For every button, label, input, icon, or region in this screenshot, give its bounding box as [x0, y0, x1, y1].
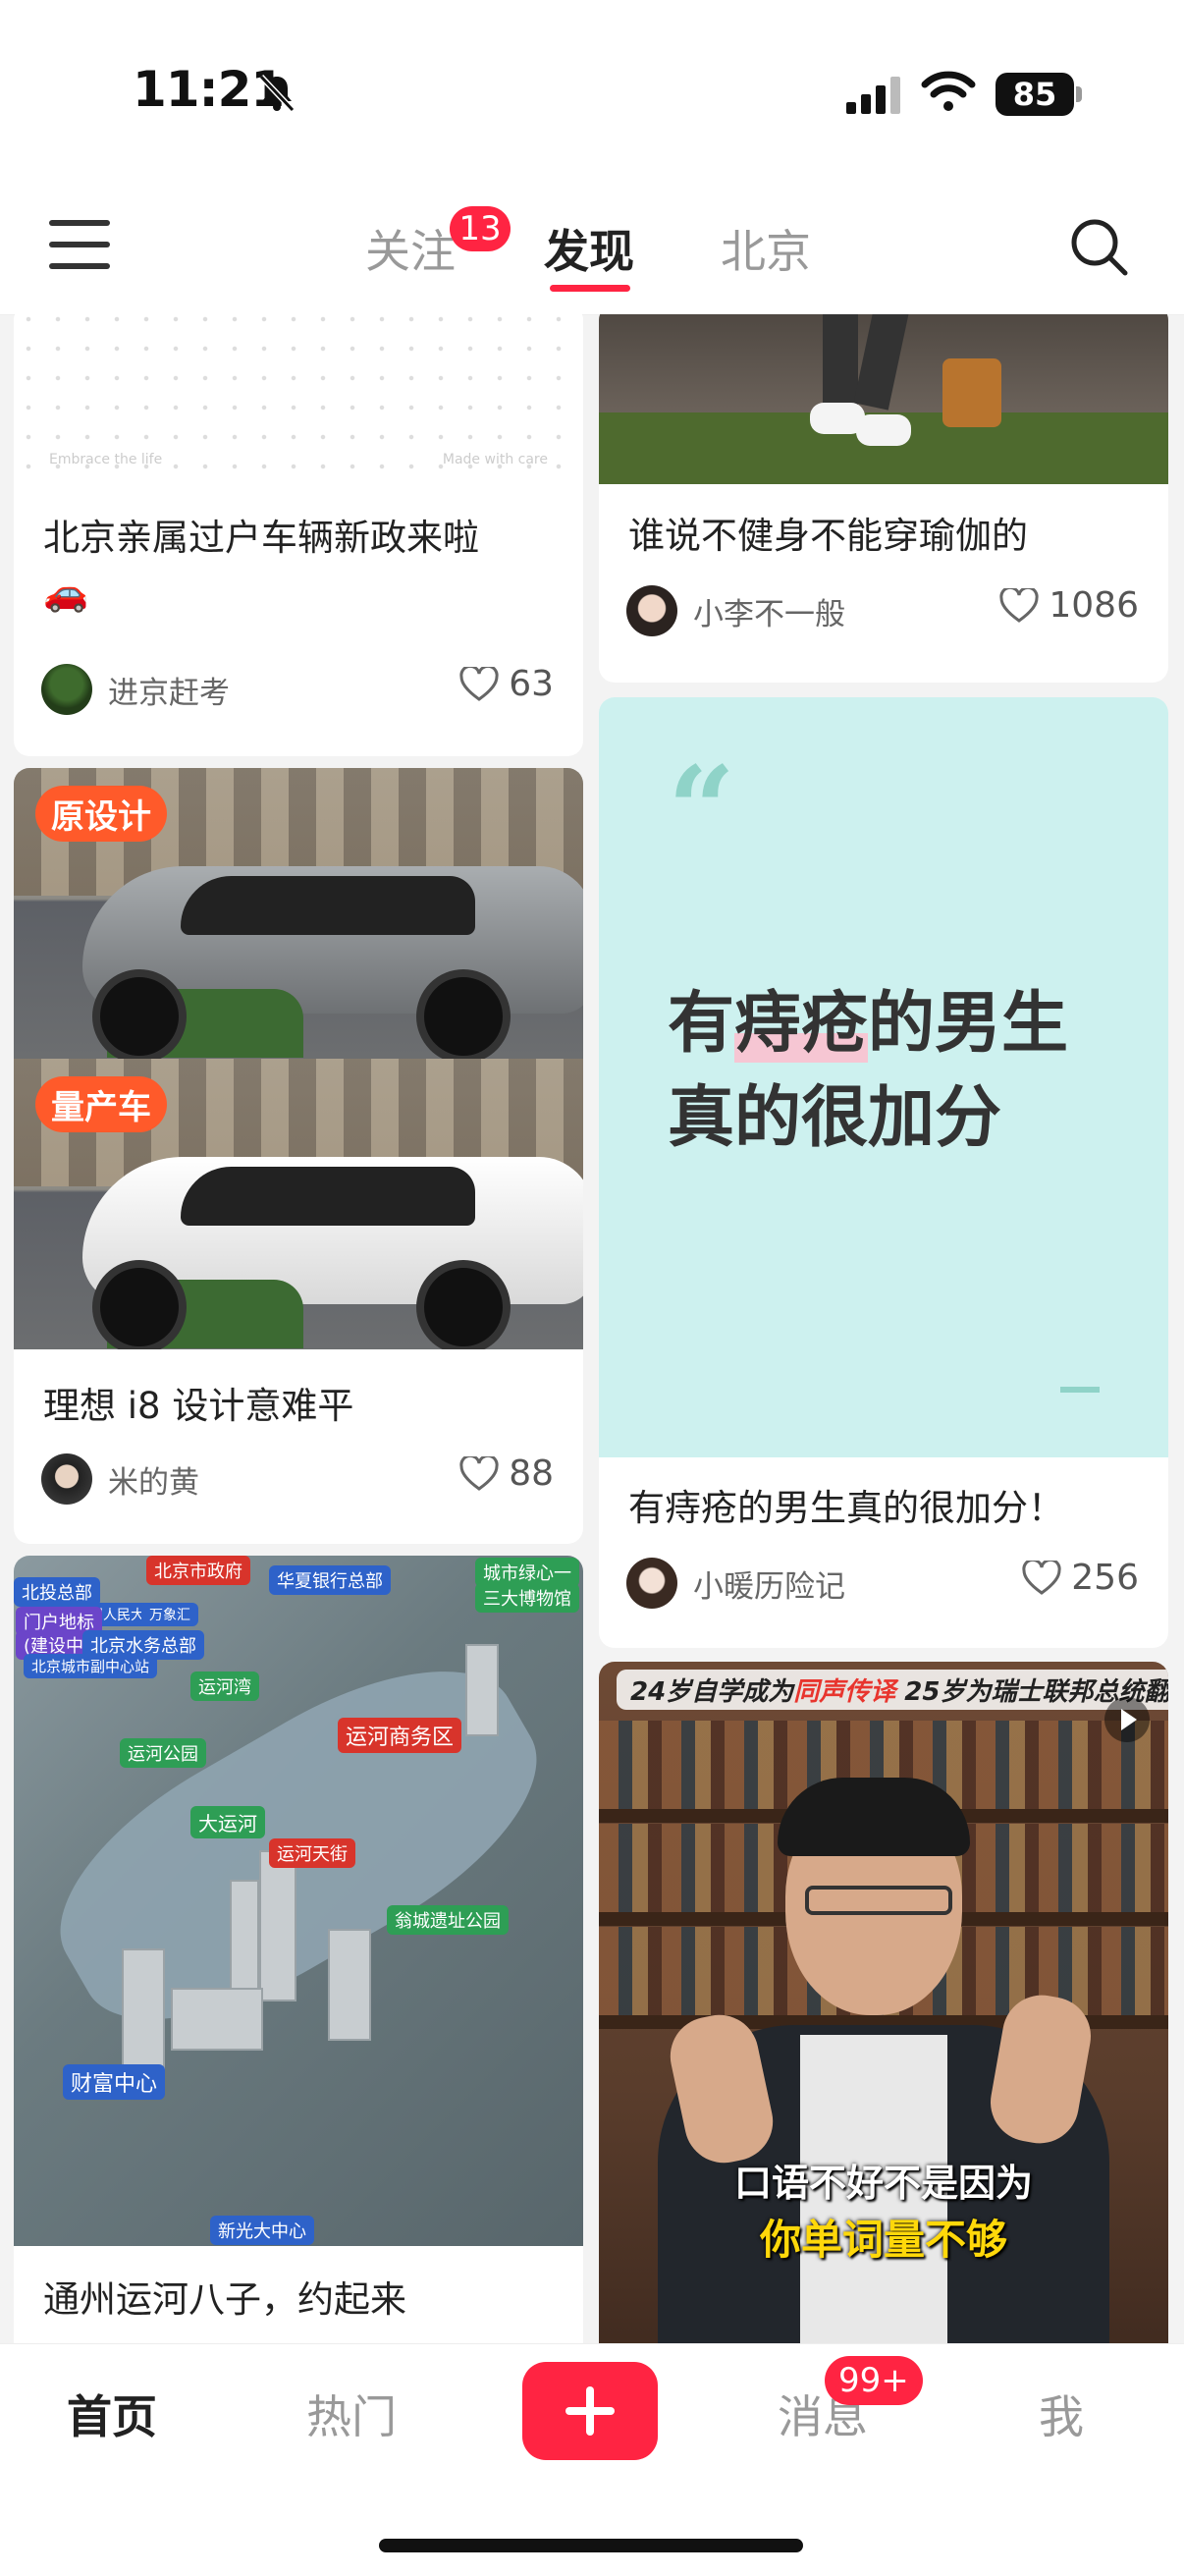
cellular-signal-icon	[846, 77, 901, 118]
note-card[interactable]: 谁说不健身不能穿瑜伽的 小李不一般 1086	[599, 314, 1168, 683]
map-label: 万象汇	[141, 1603, 198, 1626]
tab-beijing[interactable]: 北京	[721, 216, 811, 281]
tab-follow[interactable]: 关注	[365, 216, 456, 281]
aerial-map-image: 北京市政府 华夏银行总部 城市绿心一 三大博物馆 北投总部 中国人民大学 万象汇…	[14, 1556, 583, 2246]
map-label: 翁城遗址公园	[387, 1905, 509, 1935]
video-subtitle: 你单词量不够	[759, 2216, 1007, 2264]
note-card[interactable]: Embrace the life Made with care 北京亲属过户车辆…	[14, 314, 583, 756]
avatar	[41, 664, 92, 715]
avatar	[41, 1453, 92, 1505]
search-icon[interactable]	[1068, 216, 1131, 283]
image-caption: Made with care	[442, 452, 548, 467]
note-title: 北京亲属过户车辆新政来啦 🚗	[43, 517, 479, 614]
map-label: 大运河	[190, 1806, 265, 1838]
tab-hot[interactable]: 热门	[306, 2382, 397, 2446]
map-label: 新光大中心	[210, 2216, 314, 2245]
note-card[interactable]: “ 有痔疮的男生 真的很加分 有痔疮的男生真的很加分！ 小暖历险记 256	[599, 697, 1168, 1648]
avatar	[626, 585, 677, 636]
map-label: 运河商务区	[338, 1718, 462, 1753]
map-label: 财富中心	[63, 2064, 166, 2100]
bottom-tab-bar: 首页 热门 消息 99+ 我	[0, 2343, 1184, 2576]
home-indicator	[379, 2539, 803, 2552]
status-bar: 11:21 85	[0, 0, 1184, 187]
note-title: 通州运河八子，约起来	[43, 2278, 406, 2321]
active-tab-indicator	[550, 285, 630, 292]
heart-icon	[459, 1455, 499, 1491]
tab-home[interactable]: 首页	[67, 2382, 157, 2446]
note-cover-image	[599, 314, 1168, 484]
video-cover-image: 24岁自学成为同声传译 25岁为瑞士联邦总统翻译 口语不好不是因为 你单词量不够	[599, 1662, 1168, 2343]
map-label: 北京市政府	[146, 1556, 250, 1585]
car-emoji: 🚗	[43, 572, 89, 614]
like-count: 63	[509, 664, 554, 704]
map-label: 三大博物馆	[475, 1583, 579, 1613]
author-name: 进京赶考	[108, 675, 230, 711]
sticker-original-design: 原设计	[35, 786, 167, 842]
tab-discover[interactable]: 发现	[544, 216, 634, 281]
note-title: 理想 i8 设计意难平	[43, 1385, 354, 1427]
car-photo-original: 原设计	[14, 768, 583, 1059]
video-subtitle: 口语不好不是因为	[733, 2162, 1033, 2205]
note-cover-image: Embrace the life Made with care	[14, 314, 583, 476]
top-nav: 关注 13 发现 北京	[0, 187, 1184, 315]
like-count: 88	[509, 1453, 554, 1494]
author-name: 米的黄	[108, 1464, 199, 1501]
map-label: 运河天街	[269, 1838, 355, 1868]
note-title: 谁说不健身不能穿瑜伽的	[628, 515, 1028, 557]
note-cover-image: “ 有痔疮的男生 真的很加分	[599, 697, 1168, 1457]
video-title-banner: 24岁自学成为同声传译 25岁为瑞士联邦总统翻译	[617, 1670, 1168, 1710]
heart-icon	[1022, 1560, 1061, 1595]
heart-icon	[459, 666, 499, 701]
like-count: 1086	[1049, 585, 1139, 626]
note-author[interactable]: 小李不一般	[626, 585, 845, 636]
message-badge: 99+	[825, 2356, 923, 2405]
author-name: 小暖历险记	[693, 1568, 845, 1605]
quote-mark: “	[668, 740, 736, 879]
map-label: 华夏银行总部	[269, 1565, 391, 1595]
map-label: 运河公园	[120, 1738, 206, 1768]
image-caption: Embrace the life	[49, 452, 163, 467]
author-name: 小李不一般	[693, 596, 845, 632]
like-button[interactable]: 256	[1022, 1558, 1139, 1598]
note-author[interactable]: 小暖历险记	[626, 1558, 845, 1609]
cover-headline: 有痔疮的男生 真的很加分	[668, 985, 1069, 1157]
like-button[interactable]: 88	[459, 1453, 554, 1494]
bell-slash-icon	[255, 71, 298, 118]
follow-badge: 13	[450, 206, 511, 251]
battery-tip	[1076, 86, 1082, 102]
menu-icon[interactable]	[49, 220, 110, 269]
like-count: 256	[1071, 1558, 1139, 1598]
like-button[interactable]: 63	[459, 664, 554, 704]
note-title: 有痔疮的男生真的很加分！	[628, 1487, 1064, 1529]
plus-icon[interactable]	[522, 2362, 658, 2460]
like-button[interactable]: 1086	[999, 585, 1139, 626]
map-label: 运河湾	[190, 1672, 259, 1701]
note-card[interactable]: 北京市政府 华夏银行总部 城市绿心一 三大博物馆 北投总部 中国人民大学 万象汇…	[14, 1556, 583, 2343]
waterfall-feed[interactable]: Embrace the life Made with care 北京亲属过户车辆…	[0, 314, 1184, 2343]
wifi-icon	[921, 69, 976, 116]
play-icon	[1104, 1697, 1150, 1742]
heart-icon	[999, 587, 1039, 623]
note-card[interactable]: 原设计 量产车 理想 i8 设计意难平 米的黄 88	[14, 768, 583, 1544]
map-label: 北京城市副中心站	[24, 1654, 158, 1678]
tab-me[interactable]: 我	[1039, 2382, 1084, 2446]
video-note-card[interactable]: 24岁自学成为同声传译 25岁为瑞士联邦总统翻译 口语不好不是因为 你单词量不够	[599, 1662, 1168, 2343]
avatar	[626, 1558, 677, 1609]
car-photo-production: 量产车	[14, 1059, 583, 1349]
note-author[interactable]: 进京赶考	[41, 664, 230, 715]
sticker-production-car: 量产车	[35, 1076, 167, 1132]
battery-icon: 85	[996, 73, 1074, 116]
note-author[interactable]: 米的黄	[41, 1453, 199, 1505]
